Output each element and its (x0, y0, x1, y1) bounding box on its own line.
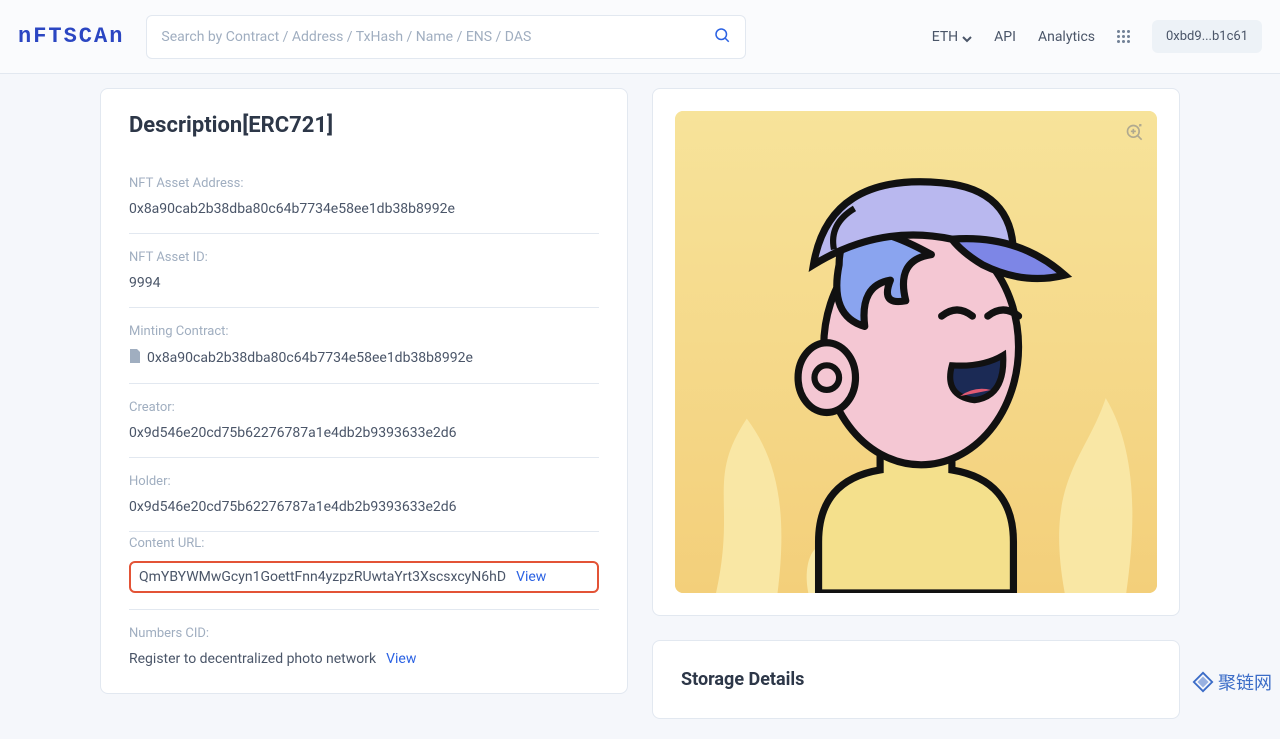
nav-api[interactable]: API (994, 29, 1016, 45)
storage-details-title: Storage Details (681, 669, 1151, 690)
holder-label: Holder: (129, 474, 599, 489)
nav-analytics[interactable]: Analytics (1038, 29, 1095, 45)
chain-label: ETH (932, 29, 958, 45)
nav-right: ETH API Analytics 0xbd9...b1c61 (932, 20, 1262, 53)
nft-image[interactable] (675, 111, 1157, 593)
chain-selector[interactable]: ETH (932, 29, 972, 45)
field-minting-contract: Minting Contract: 0x8a90cab2b38dba80c64b… (129, 308, 599, 384)
logo[interactable]: nFTSCAn (18, 24, 124, 49)
document-icon (129, 349, 141, 367)
content-url-value: QmYBYWMwGcyn1GoettFnn4yzpzRUwtaYrt3Xscsx… (139, 569, 506, 585)
minting-contract-value[interactable]: 0x8a90cab2b38dba80c64b7734e58ee1db38b899… (129, 349, 599, 367)
numbers-cid-view-link[interactable]: View (386, 651, 416, 667)
minting-contract-label: Minting Contract: (129, 324, 599, 339)
field-holder: Holder: 0x9d546e20cd75b62276787a1e4db2b9… (129, 458, 599, 532)
topbar: nFTSCAn ETH API Analytics 0xbd9...b1c61 (0, 0, 1280, 74)
field-content-url: Content URL: QmYBYWMwGcyn1GoettFnn4yzpzR… (129, 532, 599, 610)
content-url-label: Content URL: (129, 536, 599, 551)
storage-details-card: Storage Details (652, 640, 1180, 719)
content-url-view-link[interactable]: View (516, 569, 546, 585)
watermark: 聚链网 (1192, 669, 1272, 695)
creator-label: Creator: (129, 400, 599, 415)
nft-image-card (652, 88, 1180, 616)
field-nft-asset-id: NFT Asset ID: 9994 (129, 234, 599, 308)
chevron-down-icon (962, 32, 972, 42)
field-numbers-cid: Numbers CID: Register to decentralized p… (129, 610, 599, 683)
nft-asset-id-label: NFT Asset ID: (129, 250, 599, 265)
page-content: Description[ERC721] NFT Asset Address: 0… (0, 74, 1280, 739)
search-icon[interactable] (713, 26, 731, 48)
search-box[interactable] (146, 15, 746, 59)
description-title: Description[ERC721] (129, 113, 599, 138)
zoom-icon[interactable] (1125, 123, 1145, 147)
left-column: Description[ERC721] NFT Asset Address: 0… (100, 88, 628, 719)
search-input[interactable] (161, 29, 713, 45)
holder-value[interactable]: 0x9d546e20cd75b62276787a1e4db2b9393633e2… (129, 499, 599, 515)
content-url-highlight: QmYBYWMwGcyn1GoettFnn4yzpzRUwtaYrt3Xscsx… (129, 561, 599, 593)
wallet-address-chip[interactable]: 0xbd9...b1c61 (1152, 20, 1262, 53)
nft-asset-address-label: NFT Asset Address: (129, 176, 599, 191)
apps-grid-icon[interactable] (1117, 30, 1130, 43)
numbers-cid-label: Numbers CID: (129, 626, 599, 641)
nft-asset-id-value: 9994 (129, 275, 599, 291)
creator-value[interactable]: 0x9d546e20cd75b62276787a1e4db2b9393633e2… (129, 425, 599, 441)
field-nft-asset-address: NFT Asset Address: 0x8a90cab2b38dba80c64… (129, 160, 599, 234)
description-card: Description[ERC721] NFT Asset Address: 0… (100, 88, 628, 694)
nft-asset-address-value[interactable]: 0x8a90cab2b38dba80c64b7734e58ee1db38b899… (129, 201, 599, 217)
field-creator: Creator: 0x9d546e20cd75b62276787a1e4db2b… (129, 384, 599, 458)
right-column: Storage Details (652, 88, 1180, 719)
numbers-cid-value: Register to decentralized photo network (129, 651, 376, 667)
